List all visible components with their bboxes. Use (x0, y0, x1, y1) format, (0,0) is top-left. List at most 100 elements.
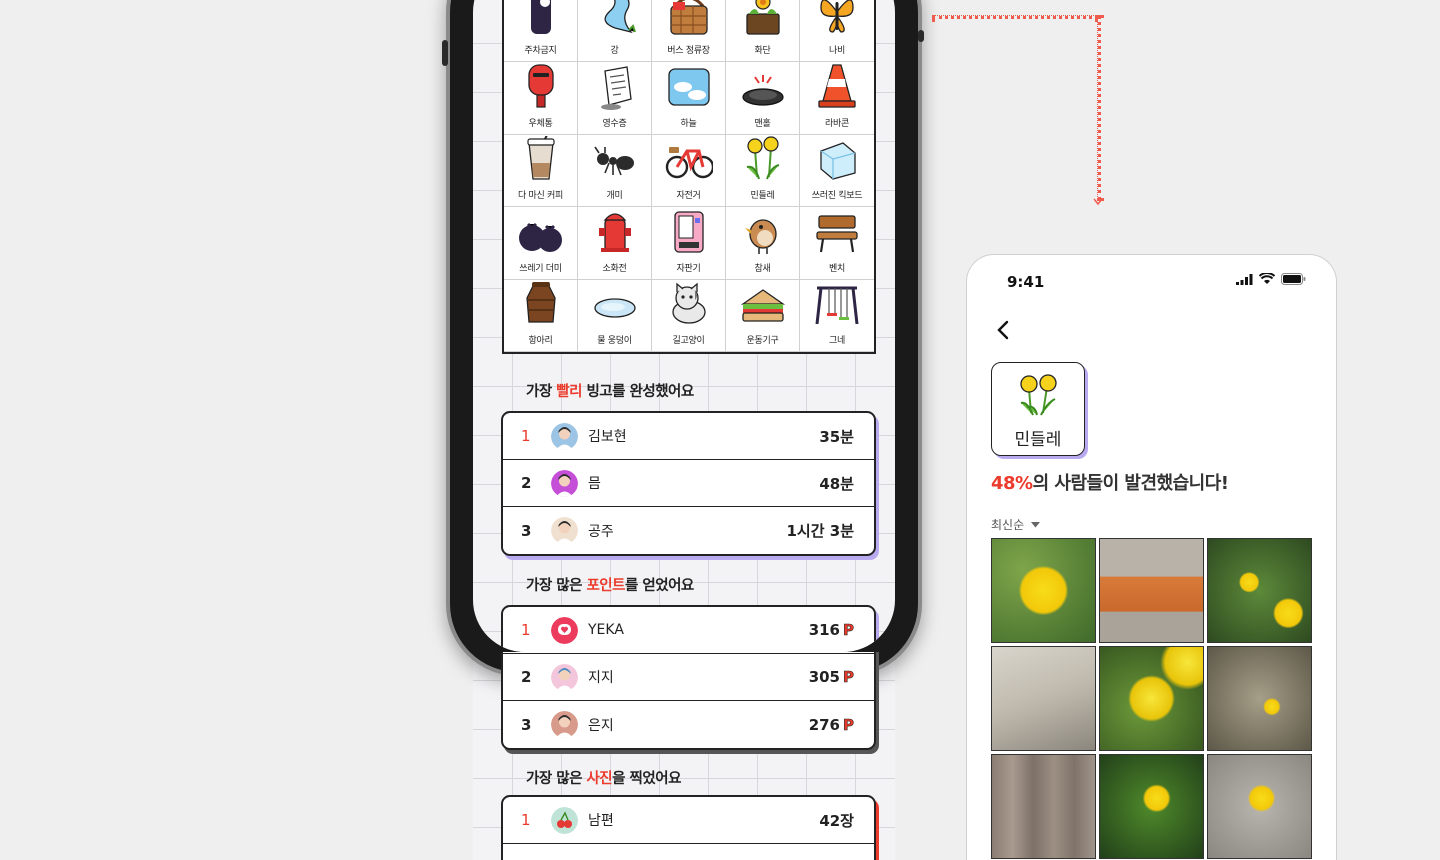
bingo-cell[interactable]: 소화전 (578, 207, 652, 280)
back-chevron-icon[interactable] (993, 319, 1015, 341)
user-name: 은지 (588, 717, 614, 734)
sort-dropdown[interactable]: 최신순 (991, 516, 1041, 533)
rank-number: 3 (521, 715, 532, 734)
sandwich-icon (740, 289, 785, 322)
bingo-cell-label: 자판기 (676, 263, 701, 274)
phone-side-button-right (918, 30, 924, 42)
dandelion-icon (1020, 374, 1057, 416)
dandelion-photo[interactable] (991, 538, 1096, 643)
point-icon: P (843, 668, 855, 687)
bingo-cell[interactable]: 버스 정류장 (652, 0, 726, 63)
ranking-row[interactable]: 1 김보현 35분 (503, 413, 874, 460)
bingo-cell[interactable]: 운동기구 (726, 279, 800, 352)
picnic-basket-icon (669, 0, 708, 36)
avatar (551, 517, 578, 544)
ranking-card-photos: 1 남편 42장 (501, 795, 876, 860)
bingo-cell-label: 쓰레기 더미 (519, 263, 562, 274)
bingo-cell-label: 버스 정류장 (667, 46, 710, 57)
bingo-cell[interactable]: 길고양이 (652, 279, 726, 352)
user-name: 남편 (588, 813, 614, 829)
caret-down-icon (1031, 521, 1041, 527)
dandelion-icon (746, 136, 779, 180)
ranking-row[interactable]: 3 은지 276 P (503, 701, 874, 748)
bingo-cell[interactable]: 우체통 (504, 62, 578, 135)
rank-value: 276 P (808, 715, 855, 734)
bingo-cell[interactable]: 강 (578, 0, 652, 63)
user-name: 김보현 (588, 429, 627, 445)
ranking-row[interactable]: 2 믐 48분 (503, 460, 874, 507)
section-title-photos: 가장 많은 사진을 찍었어요 (526, 771, 681, 787)
bingo-cell[interactable]: 쓰러진 킥보드 (800, 135, 874, 208)
section-title-fastest: 가장 빨리 빙고를 완성했어요 (526, 384, 694, 400)
iced-coffee-icon (526, 136, 555, 180)
bingo-cell[interactable]: 쓰레기 더미 (504, 207, 578, 280)
bingo-cell[interactable]: 화단 (726, 0, 800, 63)
dandelion-photo[interactable] (1207, 646, 1312, 751)
wifi-icon (1259, 273, 1275, 284)
ranking-card-fastest: 1 김보현 35분 2 믐 48분 3 공주 1시간 3분 (501, 411, 876, 556)
avatar (551, 469, 578, 497)
swing-icon (815, 286, 859, 325)
street-cat-icon (671, 282, 706, 324)
ranking-row[interactable]: 3 공주 1시간 3분 (503, 507, 874, 554)
bingo-cell-label: 주차금지 (524, 46, 557, 57)
vending-machine-icon (673, 210, 704, 253)
found-item-tile: 민들레 (991, 362, 1085, 456)
avatar (551, 711, 578, 738)
dandelion-photo[interactable] (1207, 754, 1312, 859)
bingo-cell-label: 우체통 (528, 118, 553, 129)
connector-line-vertical (1097, 15, 1101, 201)
point-icon: P (843, 715, 855, 734)
bingo-cell-label: 맨홀 (754, 118, 771, 129)
bingo-cell-label: 민들레 (750, 191, 775, 202)
dandelion-photo[interactable] (991, 754, 1096, 859)
postbox-icon (527, 64, 554, 108)
bingo-cell[interactable]: 하늘 (652, 62, 726, 135)
ranking-row[interactable]: 1 YEKA 316P (503, 607, 874, 652)
avatar (551, 616, 578, 644)
dandelion-photo[interactable] (1099, 646, 1204, 751)
bingo-cell[interactable]: 벤치 (800, 207, 874, 280)
rank-number: 2 (521, 668, 532, 686)
bingo-cell[interactable]: 나비 (800, 0, 874, 63)
dandelion-photo[interactable] (1099, 754, 1204, 859)
bingo-cell-label: 그네 (829, 336, 845, 346)
bingo-cell[interactable]: 라바콘 (800, 62, 874, 135)
ranking-row[interactable]: 1 남편 42장 (503, 797, 874, 844)
bingo-cell-label: 길고양이 (672, 336, 705, 346)
flower-bed-icon (745, 0, 780, 36)
bingo-cell[interactable]: 영수증 (578, 62, 652, 135)
dandelion-photo[interactable] (1099, 538, 1204, 643)
bingo-cell[interactable]: 물 웅덩이 (578, 279, 652, 352)
ranking-row[interactable]: 2 지지 305 P (503, 654, 874, 701)
traffic-cone-icon (818, 64, 856, 108)
bingo-cell[interactable]: 주차금지 (504, 0, 578, 63)
user-name: 지지 (588, 670, 614, 686)
bingo-cell[interactable]: 민들레 (726, 134, 800, 208)
bingo-cell-label: 항아리 (528, 336, 553, 346)
bingo-cell-label: 벤치 (829, 263, 845, 274)
jar-icon (525, 282, 556, 323)
bingo-cell[interactable]: 개미 (578, 134, 652, 208)
parking-icon (530, 0, 551, 35)
ranking-card-points-overflow: 1YEKA316P2지지305P3은지276P (501, 652, 876, 750)
rank-value: 35분 (819, 427, 854, 446)
receipt-icon (600, 66, 632, 110)
bingo-cell-label: 소화전 (602, 263, 627, 274)
bingo-cell[interactable]: 자전거 (652, 134, 726, 208)
bingo-cell[interactable]: 맨홀 (726, 62, 800, 135)
bingo-board: 주차금지 강 버스 정류장 화단 나비우체통 영수증 하늘 맨홀 라바콘다 마신 커피 개미 자전거… (502, 0, 876, 354)
status-bar-icons (1236, 273, 1306, 285)
dandelion-photo[interactable] (1207, 538, 1312, 643)
bingo-cell[interactable]: 다 마신 커피 (504, 134, 578, 208)
phone-side-button (442, 40, 448, 66)
avatar (551, 663, 578, 691)
bingo-cell[interactable]: 자판기 (652, 207, 726, 280)
ranking-card-points: 1YEKA316P2지지305P3은지276P (501, 605, 876, 652)
rank-number: 1 (521, 621, 531, 639)
bingo-cell[interactable]: 항아리 (504, 279, 578, 352)
bingo-cell[interactable]: 참새 (726, 207, 800, 280)
dandelion-photo[interactable] (991, 646, 1096, 751)
bingo-cell[interactable]: 그네 (800, 280, 874, 352)
bingo-cell-label: 다 마신 커피 (517, 191, 564, 202)
